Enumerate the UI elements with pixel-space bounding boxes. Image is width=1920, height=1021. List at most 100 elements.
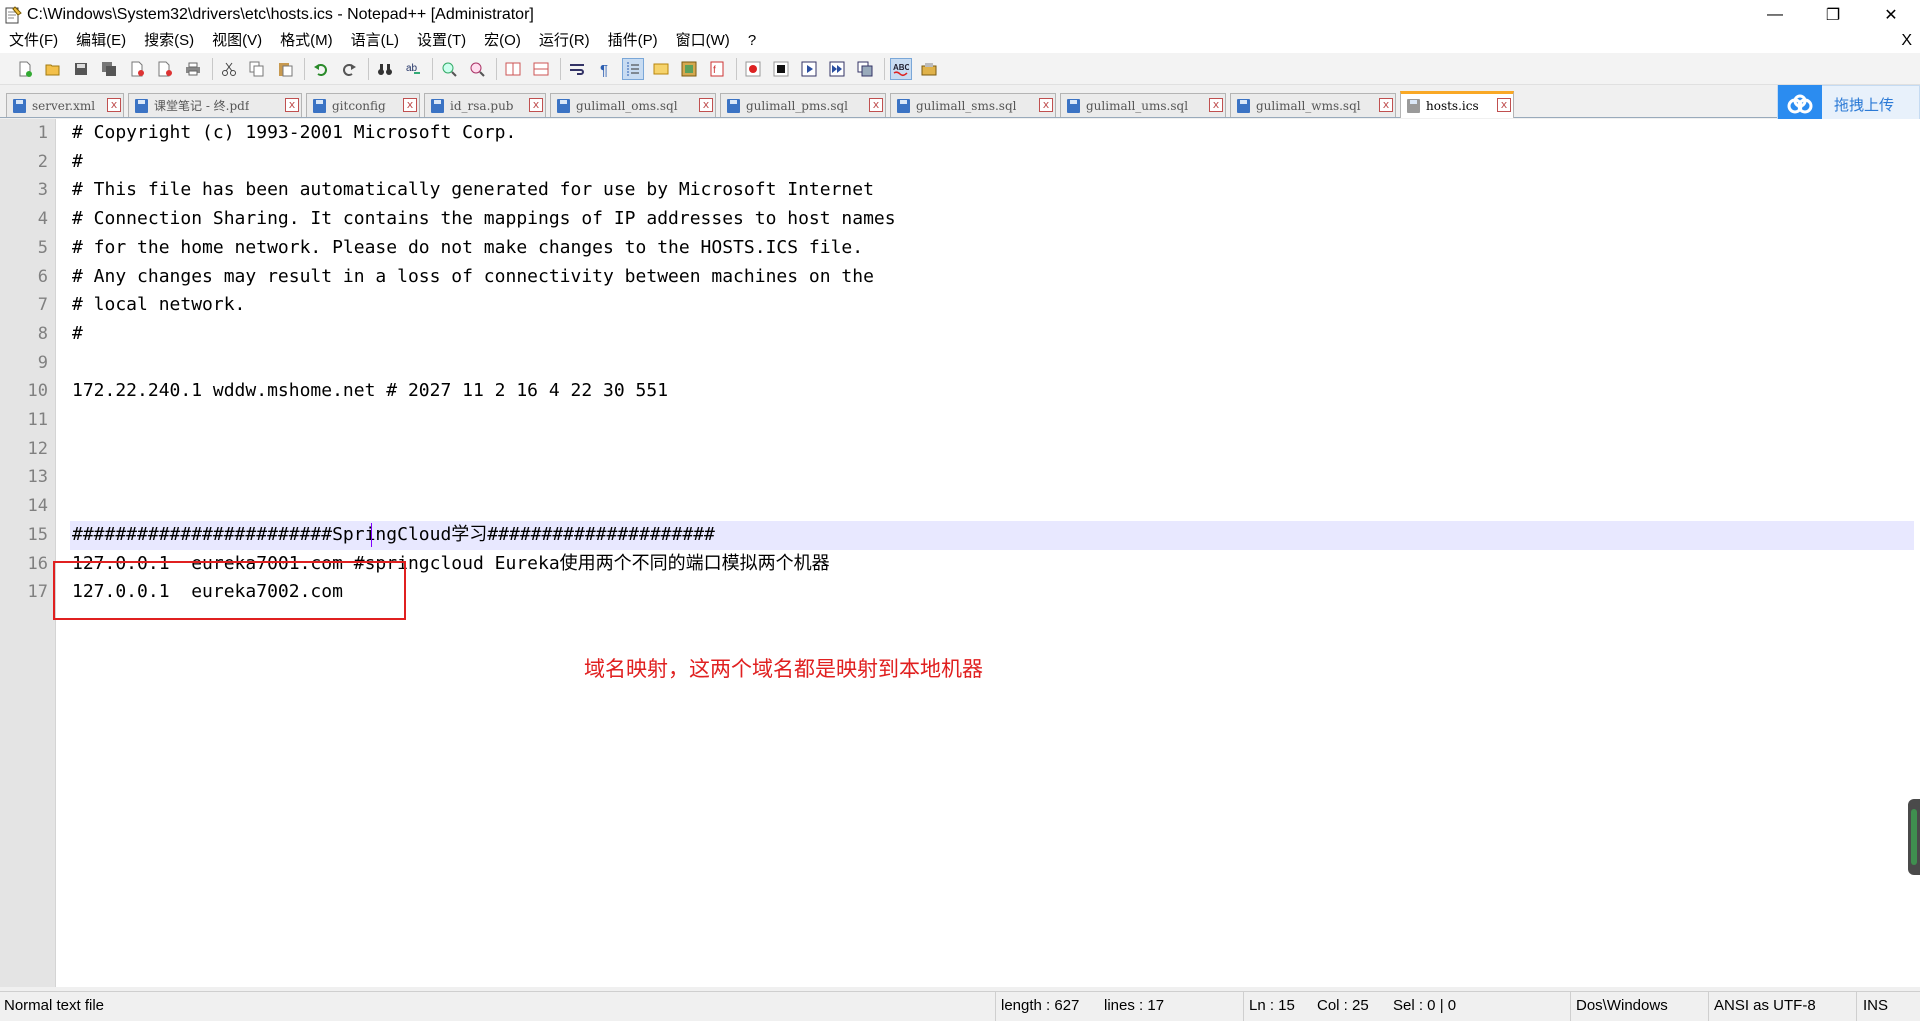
tab-gulimall-oms-sql[interactable]: gulimall_oms.sql x [550, 93, 716, 117]
sync-vertical-button[interactable] [502, 58, 524, 80]
indent-guide-icon [627, 61, 639, 76]
fast-forward-icon [829, 61, 845, 76]
tab-close-icon[interactable]: x [529, 98, 543, 112]
zoom-in-button[interactable] [438, 58, 460, 80]
line-text: # Copyright (c) 1993-2001 Microsoft Corp… [72, 122, 517, 143]
menu-help[interactable]: ? [739, 29, 765, 53]
save-macro-button[interactable] [854, 58, 876, 80]
menu-language[interactable]: 语言(L) [342, 29, 408, 53]
replace-button[interactable]: ab [402, 58, 424, 80]
menu-plugins[interactable]: 插件(P) [599, 29, 667, 53]
print-button[interactable] [182, 58, 204, 80]
undo-button[interactable] [310, 58, 332, 80]
open-file-button[interactable] [42, 58, 64, 80]
redo-icon [343, 63, 356, 76]
menu-window[interactable]: 窗口(W) [667, 29, 739, 53]
tab-gulimall-wms-sql[interactable]: gulimall_wms.sql x [1230, 93, 1396, 117]
editor-line: 13 [0, 463, 1920, 492]
menu-macro[interactable]: 宏(O) [475, 29, 530, 53]
close-document-button[interactable]: X [1901, 29, 1912, 53]
line-number: 2 [37, 151, 48, 172]
tab-id-rsa-pub[interactable]: id_rsa.pub x [424, 93, 546, 117]
line-text: # Connection Sharing. It contains the ma… [72, 208, 896, 230]
saved-file-icon [1407, 99, 1420, 113]
minimize-button[interactable]: — [1746, 0, 1804, 29]
status-encoding: ANSI as UTF-8 [1708, 992, 1816, 1021]
plugin-button[interactable] [918, 58, 940, 80]
menu-view[interactable]: 视图(V) [203, 29, 271, 53]
save-button[interactable] [70, 58, 92, 80]
restore-button[interactable]: ❐ [1804, 0, 1862, 29]
side-panel-grip[interactable] [1908, 799, 1920, 875]
editor-line: 2 # [0, 148, 1920, 177]
function-list-icon: f [710, 61, 724, 76]
close-button[interactable]: ✕ [1862, 0, 1920, 29]
tab-close-icon[interactable]: x [1209, 98, 1223, 112]
tab-gulimall-sms-sql[interactable]: gulimall_sms.sql x [890, 93, 1056, 117]
tab-close-icon[interactable]: x [1497, 98, 1511, 112]
line-number: 13 [27, 467, 48, 488]
copy-button[interactable] [246, 58, 268, 80]
replace-icon: ab [406, 63, 420, 74]
editor-line-current: 15 ########################SpringCloud学习#… [0, 521, 1920, 550]
menu-run[interactable]: 运行(R) [530, 29, 599, 53]
zoom-out-button[interactable] [466, 58, 488, 80]
editor-line: 4 # Connection Sharing. It contains the m… [0, 205, 1920, 234]
menu-search[interactable]: 搜索(S) [135, 29, 203, 53]
paste-button[interactable] [274, 58, 296, 80]
save-all-button[interactable] [98, 58, 120, 80]
menu-file[interactable]: 文件(F) [0, 29, 67, 53]
close-all-button[interactable] [154, 58, 176, 80]
tab-server-xml[interactable]: server.xml x [6, 93, 124, 117]
menu-edit[interactable]: 编辑(E) [67, 29, 135, 53]
tab-close-icon[interactable]: x [1039, 98, 1053, 112]
run-macro-multiple-button[interactable] [826, 58, 848, 80]
tab-hosts-ics[interactable]: hosts.ics x [1400, 91, 1514, 118]
word-wrap-button[interactable] [566, 58, 588, 80]
show-all-chars-button[interactable]: ¶ [594, 58, 616, 80]
drag-upload-widget[interactable]: 拖拽上传 [1777, 85, 1920, 123]
tab-close-icon[interactable]: x [285, 98, 299, 112]
status-mode: INS [1856, 992, 1888, 1021]
tab-close-icon[interactable]: x [403, 98, 417, 112]
menu-format[interactable]: 格式(M) [271, 29, 342, 53]
saved-file-icon [431, 98, 444, 113]
editor-line: 14 [0, 492, 1920, 521]
copy-icon [249, 61, 264, 76]
tab-label: gulimall_sms.sql [916, 98, 1017, 113]
tab-gulimall-ums-sql[interactable]: gulimall_ums.sql x [1060, 93, 1226, 117]
udl-button[interactable] [650, 58, 672, 80]
title-bar: C:\Windows\System32\drivers\etc\hosts.ic… [0, 0, 1920, 29]
tab-gulimall-pms-sql[interactable]: gulimall_pms.sql x [720, 93, 886, 117]
stop-macro-button[interactable] [770, 58, 792, 80]
text-editor[interactable]: 1 # Copyright (c) 1993-2001 Microsoft Cor… [0, 119, 1920, 987]
spell-check-button[interactable]: ABC [890, 57, 912, 80]
function-list-button[interactable]: f [706, 58, 728, 80]
tab-course-notes-pdf[interactable]: 课堂笔记 - 终.pdf x [128, 93, 302, 117]
tab-close-icon[interactable]: x [869, 98, 883, 112]
tab-close-icon[interactable]: x [107, 98, 121, 112]
doc-map-button[interactable] [678, 58, 700, 80]
play-macro-button[interactable] [798, 58, 820, 80]
tab-gitconfig[interactable]: gitconfig x [306, 93, 420, 117]
tab-close-icon[interactable]: x [699, 98, 713, 112]
close-file-button[interactable] [126, 58, 148, 80]
status-length: length : 627 [995, 992, 1079, 1021]
status-file-type: Normal text file [4, 997, 105, 1014]
cut-button[interactable] [218, 58, 240, 80]
sync-horizontal-button[interactable] [530, 58, 552, 80]
record-macro-button[interactable] [742, 58, 764, 80]
document-tab-bar: server.xml x 课堂笔记 - 终.pdf x gitconfig x … [0, 85, 1920, 118]
cloud-upload-icon [1778, 85, 1822, 123]
editor-line: 11 [0, 406, 1920, 435]
find-button[interactable] [374, 58, 396, 80]
indent-guide-button[interactable] [622, 57, 644, 80]
open-folder-icon [45, 64, 60, 75]
menu-settings[interactable]: 设置(T) [408, 29, 475, 53]
redo-button[interactable] [338, 58, 360, 80]
tab-close-icon[interactable]: x [1379, 98, 1393, 112]
window-title: C:\Windows\System32\drivers\etc\hosts.ic… [27, 5, 534, 23]
editor-line: 10 172.22.240.1 wddw.mshome.net # 2027 11… [0, 377, 1920, 406]
new-file-button[interactable] [14, 58, 36, 80]
notepad-app-icon [3, 5, 23, 25]
